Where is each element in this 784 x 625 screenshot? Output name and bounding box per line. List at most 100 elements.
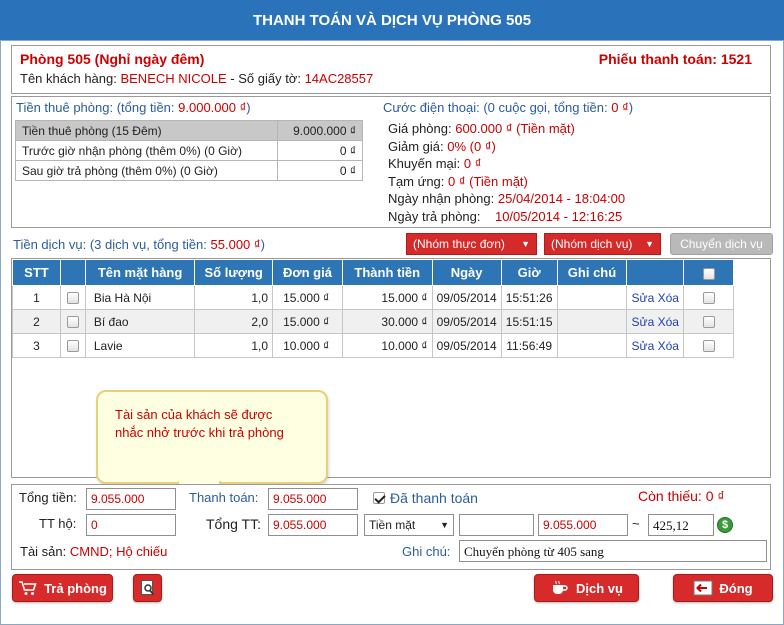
row-time: 15:51:26 (500, 285, 558, 310)
rent-summary: Tiền thuê phòng: (tổng tiền: 9.000.000 ₫… (16, 100, 251, 115)
guest-name: BENECH NICOLE (120, 71, 227, 86)
col-actions (626, 259, 685, 286)
service-button-label: Dịch vụ (576, 580, 623, 596)
detail-checkout: Ngày trả phòng: 10/05/2014 - 12:16:25 (388, 208, 625, 226)
row-quantity: 1,0 (194, 285, 274, 310)
note-field[interactable]: Chuyển phòng từ 405 sang (459, 540, 767, 562)
detail-room-price: Giá phòng: 600.000 ₫ (Tiền mặt) (388, 120, 625, 138)
grand-total-field[interactable]: 9.055.000 (268, 514, 358, 536)
rent-row-value: 0 ₫ (276, 160, 364, 181)
services-table: STT Tên mặt hàng Số lượng Đơn giá Thành … (12, 259, 734, 358)
delete-link[interactable]: Xóa (658, 339, 679, 353)
total-field[interactable]: 9.055.000 (86, 488, 176, 510)
phone-summary: Cước điện thoại: (0 cuộc gọi, tổng tiền:… (383, 100, 633, 115)
approx-sign: ~ (632, 516, 640, 531)
row-time: 11:56:49 (500, 333, 558, 358)
rent-table: Tiền thuê phòng (15 Đêm) 9.000.000 ₫ Trư… (15, 120, 364, 181)
payment-label: Thanh toán: (189, 490, 259, 505)
row-select-cell (59, 285, 86, 310)
rent-row-name: Tiền thuê phòng (15 Đêm) (15, 120, 278, 141)
extra-field[interactable] (459, 514, 534, 536)
col-select-all (683, 259, 734, 286)
detail-label: Giảm giá: (388, 138, 448, 154)
rent-row: Sau giờ trả phòng (thêm 0%) (0 Giờ) 0 ₫ (15, 160, 364, 181)
detail-value: 0% (0 ₫) (447, 138, 496, 154)
detail-value: 0 ₫ (Tiền mặt) (448, 173, 528, 189)
remaining-value: 0 ₫ (705, 488, 725, 504)
payment-method-value: Tiền mặt (369, 518, 416, 532)
row-amount: 10.000 ₫ (341, 333, 433, 358)
row-delete-checkbox[interactable] (702, 316, 715, 329)
detail-label: Ngày nhận phòng: (388, 191, 498, 206)
exit-arrow-icon (693, 580, 713, 596)
services-label: Tiền dịch vụ: (3 dịch vụ, tổng tiền: (13, 237, 211, 252)
converted-field[interactable]: 9.055.000 (538, 514, 628, 536)
phone-total: 0 ₫ (611, 100, 629, 115)
id-value: 14AC28557 (304, 71, 374, 86)
row-amount: 30.000 ₫ (341, 309, 433, 334)
menu-group-select[interactable]: (Nhóm thực đơn) ▼ (406, 233, 537, 255)
row-amount: 15.000 ₫ (341, 285, 433, 310)
row-checkbox[interactable] (66, 292, 79, 305)
row-note (556, 309, 628, 334)
row-note (556, 285, 628, 310)
window-title: THANH TOÁN VÀ DỊCH VỤ PHÒNG 505 (0, 0, 784, 40)
row-actions: Sửa Xóa (626, 333, 685, 358)
foreign-currency-field[interactable]: 425,12 (648, 514, 714, 536)
row-item-name: Bia Hà Nội (84, 285, 196, 310)
payment-field[interactable]: 9.055.000 (268, 488, 358, 510)
checkout-button[interactable]: Trả phòng (12, 574, 113, 602)
delete-link[interactable]: Xóa (658, 315, 679, 329)
detail-label: Khuyến mại: (388, 156, 464, 171)
assets-line: Tài sản: CMND; Hộ chiếu (20, 544, 167, 559)
row-unit-price: 15.000 ₫ (272, 309, 343, 334)
rent-row: Trước giờ nhận phòng (thêm 0%) (0 Giờ) 0… (15, 140, 364, 161)
close-button[interactable]: Đóng (673, 574, 773, 602)
tt-ho-field[interactable]: 0 (86, 514, 176, 536)
edit-link[interactable]: Sửa (632, 339, 655, 353)
chevron-down-icon: ▼ (440, 520, 449, 530)
rent-section: Tiền thuê phòng: (tổng tiền: 9.000.000 ₫… (11, 96, 771, 228)
grand-total-label: Tổng TT: (206, 516, 261, 532)
col-amount: Thành tiền (341, 259, 433, 286)
transfer-service-button[interactable]: Chuyển dịch vụ (670, 233, 773, 255)
col-note: Ghi chú (556, 259, 628, 286)
chevron-down-icon: ▼ (521, 239, 530, 249)
print-preview-button[interactable] (133, 574, 162, 602)
rent-row: Tiền thuê phòng (15 Đêm) 9.000.000 ₫ (15, 120, 364, 141)
detail-label: Tạm ứng: (388, 173, 448, 189)
rent-label: Tiền thuê phòng: (tổng tiền: (16, 100, 179, 115)
dollar-icon[interactable]: $ (717, 517, 733, 533)
id-label: - Số giấy tờ: (226, 71, 305, 86)
row-delete-checkbox[interactable] (702, 292, 715, 305)
service-button[interactable]: Dịch vụ (534, 574, 639, 602)
paid-checkbox[interactable] (373, 492, 385, 504)
phone-label: Cước điện thoại: (0 cuộc gọi, tổng tiền: (383, 100, 612, 115)
delete-link[interactable]: Xóa (658, 291, 679, 305)
select-all-checkbox[interactable] (702, 267, 715, 280)
col-time: Giờ (500, 259, 558, 286)
row-check-cell (683, 333, 734, 358)
rent-close: ) (246, 100, 251, 115)
services-close: ) (260, 237, 265, 252)
payment-summary: Tổng tiền: 9.055.000 Thanh toán: 9.055.0… (11, 484, 771, 570)
room-header: Phòng 505 (Nghỉ ngày đêm) Phiếu thanh to… (11, 45, 771, 94)
row-select-cell (59, 309, 86, 334)
row-stt: 2 (12, 309, 61, 334)
edit-link[interactable]: Sửa (632, 291, 655, 305)
payment-method-select[interactable]: Tiền mặt ▼ (364, 514, 454, 536)
receipt-number: Phiếu thanh toán: 1521 (598, 51, 752, 67)
edit-link[interactable]: Sửa (632, 315, 655, 329)
col-stt: STT (12, 259, 61, 286)
detail-value: 10/05/2014 - 12:16:25 (494, 208, 623, 224)
row-checkbox[interactable] (66, 340, 79, 353)
row-delete-checkbox[interactable] (702, 340, 715, 353)
service-group-select[interactable]: (Nhóm dịch vụ) ▼ (544, 233, 661, 255)
row-checkbox[interactable] (66, 316, 79, 329)
tt-ho-label: TT hộ: (39, 516, 77, 531)
detail-promotion: Khuyến mại: 0 ₫ (388, 155, 625, 173)
table-row: 1 Bia Hà Nội 1,0 15.000 ₫ 15.000 ₫ 09/05… (12, 285, 734, 310)
rent-total: 9.000.000 ₫ (178, 100, 247, 115)
row-note (556, 333, 628, 358)
checkout-button-label: Trả phòng (44, 580, 107, 596)
